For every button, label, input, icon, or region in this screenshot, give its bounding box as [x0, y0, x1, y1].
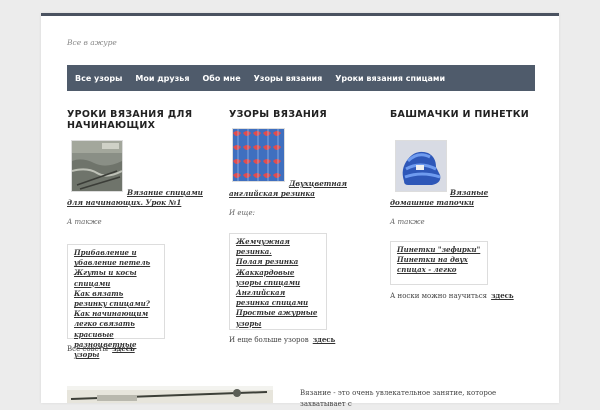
column-title: УЗОРЫ ВЯЗАНИЯ — [229, 109, 328, 120]
knitting-image — [67, 386, 273, 403]
lesson-thumbnail[interactable] — [71, 140, 123, 192]
nav-item-all-patterns[interactable]: Все узоры — [75, 74, 122, 83]
list-item[interactable]: Пинетки "зефирки" — [397, 245, 481, 255]
more-advice-text: Все советы — [67, 345, 109, 353]
list-item[interactable]: Полая резинка — [236, 257, 320, 267]
site-tagline: Все в ажуре — [67, 38, 117, 47]
page-container: Все в ажуре Все узоры Мои друзья Обо мне… — [41, 13, 559, 408]
also-label: И еще: — [229, 209, 255, 217]
nav-item-knitting-patterns[interactable]: Узоры вязания — [254, 74, 323, 83]
more-socks-link[interactable]: здесь — [491, 291, 514, 300]
more-advice-link[interactable]: здесь — [112, 344, 135, 353]
intro-paragraph: Вязание - это очень увлекательное заняти… — [300, 389, 497, 408]
list-item[interactable]: Жемчужная резинка. — [236, 237, 320, 257]
more-socks-text: А носки можно научиться — [390, 292, 488, 300]
column-booties: БАШМАЧКИ И ПИНЕТКИ — [390, 109, 540, 120]
column-patterns: УЗОРЫ ВЯЗАНИЯ — [229, 109, 369, 120]
more-patterns-text: И еще больше узоров — [229, 336, 309, 344]
list-item[interactable]: Жаккардовые узоры спицами — [236, 268, 320, 288]
list-item[interactable]: Пинетки на двух спицах - легко — [397, 255, 481, 275]
more-advice: Все советы здесь — [67, 344, 135, 353]
column-title: УРОКИ ВЯЗАНИЯ ДЛЯ НАЧИНАЮЩИХ — [67, 109, 193, 131]
list-item[interactable]: Жгуты и косы спицами — [74, 268, 158, 288]
more-patterns: И еще больше узоров здесь — [229, 335, 335, 344]
booties-thumbnail[interactable] — [395, 140, 447, 192]
also-label: А также — [390, 218, 425, 226]
also-label: А также — [67, 218, 102, 226]
more-socks: А носки можно научиться здесь — [390, 291, 514, 300]
column-title: БАШМАЧКИ И ПИНЕТКИ — [390, 109, 530, 120]
nav-item-about[interactable]: Обо мне — [202, 74, 240, 83]
pattern-thumbnail[interactable] — [232, 128, 285, 182]
lessons-link-list: Прибавление и убавление петель Жгуты и к… — [67, 244, 165, 359]
more-patterns-link[interactable]: здесь — [313, 335, 336, 344]
list-item[interactable]: Как вязать резинку спицами? — [74, 289, 158, 309]
list-item[interactable]: Английская резинка спицами — [236, 288, 320, 308]
booties-link-list: Пинетки "зефирки" Пинетки на двух спицах… — [390, 241, 488, 285]
column-lessons: УРОКИ ВЯЗАНИЯ ДЛЯ НАЧИНАЮЩИХ — [67, 109, 207, 131]
slippers-link[interactable]: Вязаные домашние тапочки — [390, 188, 515, 208]
list-item[interactable]: Простые ажурные узоры — [236, 308, 320, 328]
pattern-link[interactable]: Двухцветная английская резинка — [229, 179, 349, 199]
main-nav: Все узоры Мои друзья Обо мне Узоры вязан… — [67, 65, 535, 91]
patterns-link-list: Жемчужная резинка. Полая резинка Жаккард… — [229, 233, 327, 330]
list-item[interactable]: Прибавление и убавление петель — [74, 248, 158, 268]
lesson-link[interactable]: Вязание спицами для начинающих. Урок №1 — [67, 188, 212, 208]
nav-item-knitting-lessons[interactable]: Уроки вязания спицами — [335, 74, 445, 83]
nav-item-my-friends[interactable]: Мои друзья — [135, 74, 189, 83]
